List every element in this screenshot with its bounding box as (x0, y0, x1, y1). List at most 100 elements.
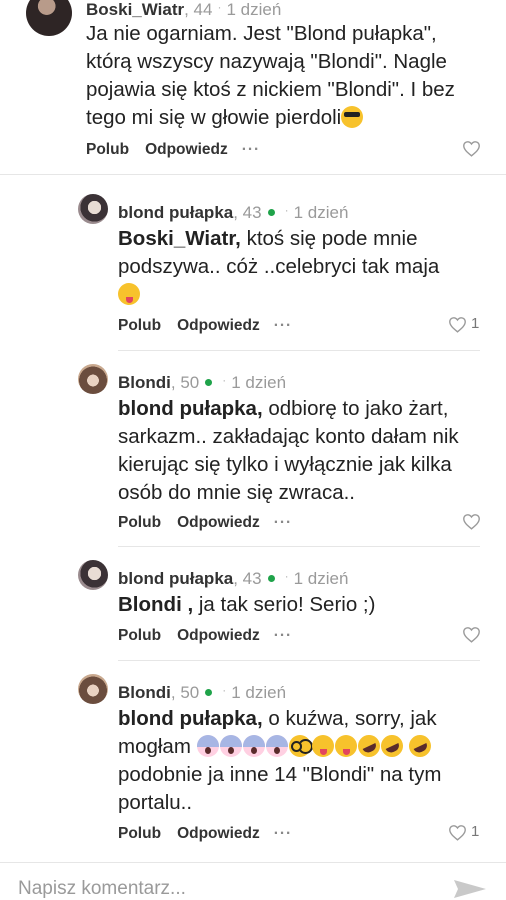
meta-separator: · (217, 0, 222, 14)
winking-face-with-tongue-icon (311, 735, 334, 757)
like-button[interactable]: Polub (118, 626, 161, 646)
face-screaming-in-fear-icon (265, 735, 288, 757)
username[interactable]: blond pułapka (118, 569, 233, 588)
username[interactable]: Blondi (118, 373, 171, 392)
face-screaming-in-fear-icon (196, 735, 219, 757)
reply-button[interactable]: Odpowiedz (177, 824, 260, 844)
avatar[interactable] (78, 560, 108, 590)
send-icon[interactable] (452, 877, 488, 900)
mention[interactable]: blond pułapka, (118, 397, 263, 420)
comment-meta: Boski_Wiatr, 44 · 1 dzień (86, 0, 281, 20)
like-count: 1 (471, 315, 480, 333)
reply-button[interactable]: Odpowiedz (177, 513, 260, 533)
comment-actions: Polub Odpowiedz ··· (118, 824, 292, 844)
timestamp: 1 dzień (293, 569, 349, 588)
winking-face-with-tongue-icon (118, 283, 140, 305)
comment-text: Blondi , ja tak serio! Serio ;) (118, 591, 488, 619)
meta-separator: · (222, 683, 227, 697)
comment-text: Ja nie ogarniam. Jest "Blond pułapka", k… (86, 20, 486, 132)
avatar[interactable] (78, 364, 108, 394)
comment-body: ja tak serio! Serio ;) (193, 593, 376, 616)
reply-comment: Blondi, 50 · 1 dzień blond pułapka, o kuźw… (0, 662, 506, 858)
like-button[interactable]: Polub (118, 513, 161, 533)
nerd-face-icon (288, 735, 311, 757)
divider (118, 660, 480, 661)
username[interactable]: blond pułapka (118, 203, 233, 222)
meta-separator: · (284, 569, 289, 583)
winking-face-with-tongue-icon (334, 735, 357, 757)
mention[interactable]: Blondi , (118, 593, 193, 616)
reply-comment: blond pułapka, 43 · 1 dzień Blondi , ja ta… (0, 548, 506, 658)
heart-icon (463, 140, 480, 157)
comment-meta: Blondi, 50 · 1 dzień (118, 680, 286, 703)
like-button[interactable]: Polub (86, 140, 129, 160)
mention[interactable]: Boski_Wiatr, (118, 227, 241, 250)
heart-icon (463, 513, 480, 530)
rolling-on-the-floor-laughing-icon (376, 731, 407, 761)
timestamp: 1 dzień (293, 203, 349, 222)
user-rank: , 43 (233, 203, 262, 222)
more-options-button[interactable]: ··· (274, 824, 293, 844)
comment-text: blond pułapka, odbiorę to jako żart, sar… (118, 395, 488, 507)
comment-composer (0, 862, 506, 900)
comment-meta: blond pułapka, 43 · 1 dzień (118, 566, 348, 589)
user-rank: , 43 (233, 569, 262, 588)
divider (118, 546, 480, 547)
more-options-button[interactable]: ··· (274, 513, 293, 533)
comment-actions: Polub Odpowiedz ··· (118, 513, 292, 533)
divider (0, 174, 506, 175)
comment: Boski_Wiatr, 44 · 1 dzień Ja nie ogarniam.… (0, 0, 506, 170)
heart-like-toggle[interactable]: 1 (448, 822, 479, 842)
like-button[interactable]: Polub (118, 824, 161, 844)
mention[interactable]: blond pułapka, (118, 707, 263, 730)
online-indicator (267, 575, 275, 583)
reply-button[interactable]: Odpowiedz (177, 316, 260, 336)
rolling-on-the-floor-laughing-icon (405, 731, 435, 761)
timestamp: 1 dzień (231, 373, 287, 392)
user-rank: , 50 (170, 373, 200, 392)
username[interactable]: Boski_Wiatr (86, 0, 184, 19)
heart-like-toggle[interactable] (462, 624, 481, 644)
heart-icon (449, 316, 466, 333)
reply-comment: blond pułapka, 43 · 1 dzień Boski_Wiatr, k… (0, 178, 506, 348)
reply-comment: Blondi, 50 · 1 dzień blond pułapka, odbior… (0, 352, 506, 542)
user-rank: , 50 (170, 683, 200, 702)
comment-actions: Polub Odpowiedz ··· (118, 626, 292, 646)
heart-like-toggle[interactable]: 1 (448, 314, 479, 334)
face-screaming-in-fear-icon (219, 735, 242, 757)
comment-meta: blond pułapka, 43 · 1 dzień (118, 200, 348, 223)
rolling-on-the-floor-laughing-icon (353, 731, 384, 761)
avatar[interactable] (78, 194, 108, 224)
avatar[interactable] (26, 0, 72, 36)
more-options-button[interactable]: ··· (274, 626, 293, 646)
username[interactable]: Blondi (118, 683, 171, 702)
comment-body: podobnie ja inne 14 "Blondi" na tym port… (118, 763, 442, 814)
comment-text: blond pułapka, o kuźwa, sorry, jak mogła… (118, 705, 488, 817)
comment-actions: Polub Odpowiedz ··· (118, 316, 292, 336)
comment-feed: Boski_Wiatr, 44 · 1 dzień Ja nie ogarniam.… (0, 0, 506, 862)
heart-like-toggle[interactable] (462, 138, 481, 158)
heart-like-toggle[interactable] (462, 511, 481, 531)
timestamp: 1 dzień (226, 0, 282, 19)
face-screaming-in-fear-icon (242, 735, 265, 757)
like-button[interactable]: Polub (118, 316, 161, 336)
user-rank: , 44 (184, 0, 213, 19)
avatar[interactable] (78, 674, 108, 704)
online-indicator (205, 689, 213, 697)
meta-separator: · (284, 203, 289, 217)
comment-text: Boski_Wiatr, ktoś się pode mnie podszywa… (118, 225, 488, 309)
reply-button[interactable]: Odpowiedz (177, 626, 260, 646)
heart-icon (463, 626, 480, 643)
smiling-face-with-sunglasses-icon (341, 106, 364, 128)
online-indicator (267, 209, 275, 217)
timestamp: 1 dzień (231, 683, 287, 702)
reply-button[interactable]: Odpowiedz (145, 140, 228, 160)
comment-meta: Blondi, 50 · 1 dzień (118, 370, 286, 393)
divider (118, 350, 480, 351)
comment-input[interactable] (18, 876, 438, 900)
like-count: 1 (471, 823, 480, 841)
comment-actions: Polub Odpowiedz ··· (86, 140, 260, 160)
more-options-button[interactable]: ··· (274, 316, 293, 336)
more-options-button[interactable]: ··· (242, 140, 261, 160)
comment-body: Ja nie ogarniam. Jest "Blond pułapka", k… (86, 22, 455, 129)
